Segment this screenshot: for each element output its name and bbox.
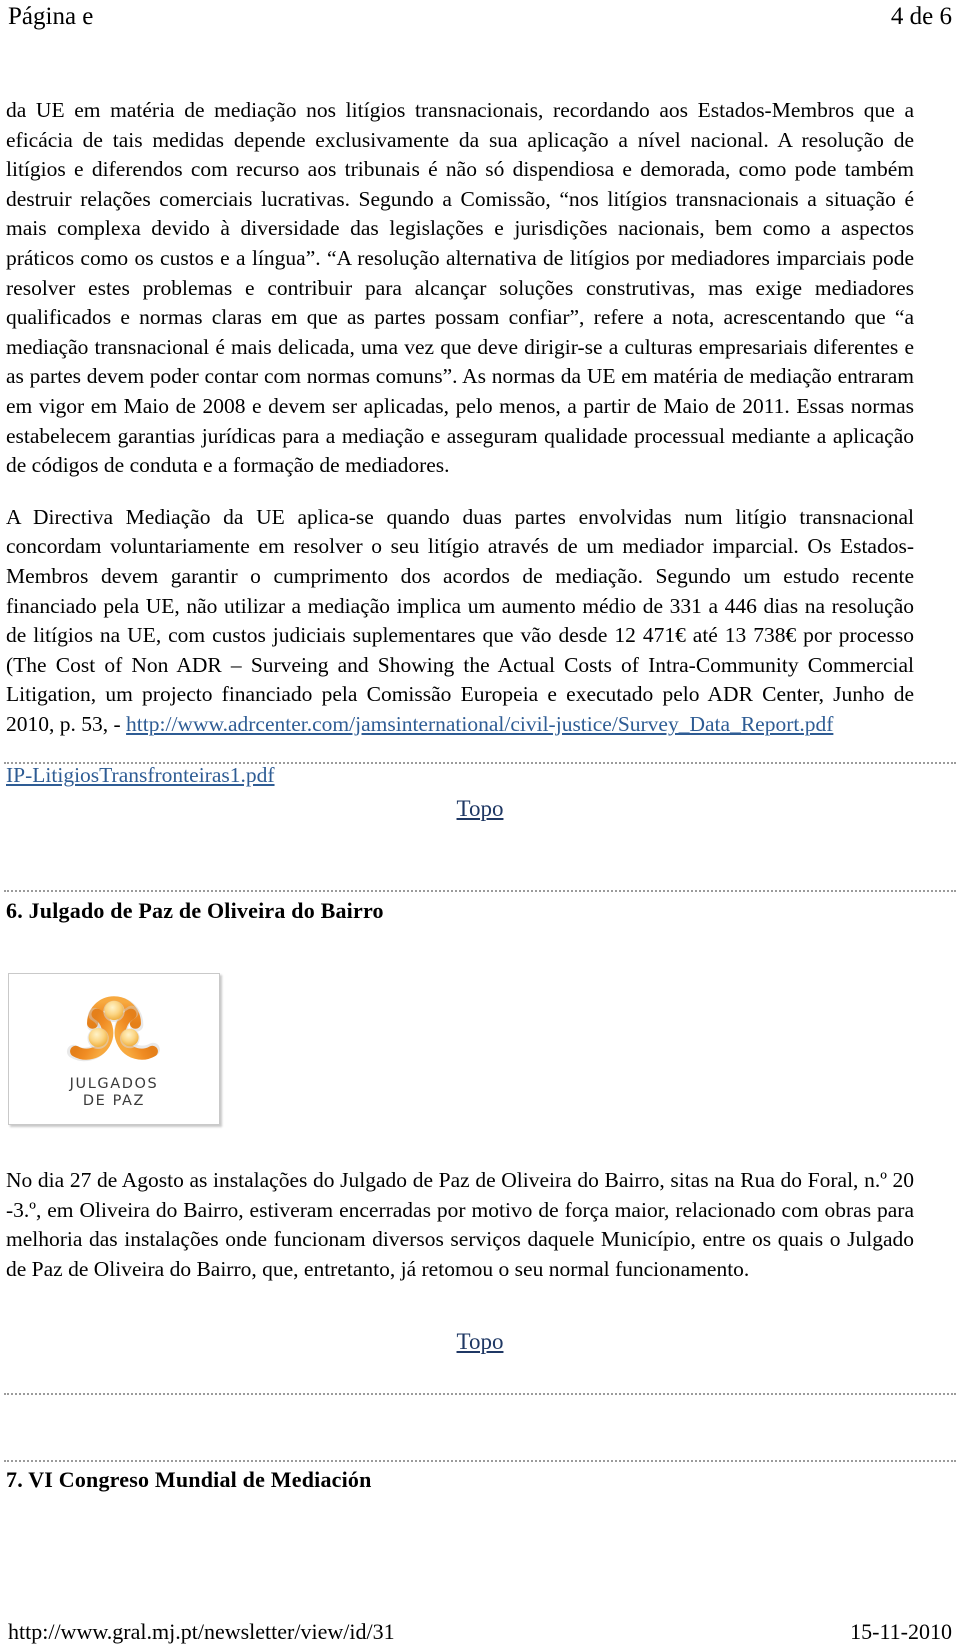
document-body: da UE em matéria de mediação nos litígio… <box>6 96 914 801</box>
link-paragraph-ip-pdf: IP-LitigiosTransfronteiras1.pdf <box>6 761 914 791</box>
topo-link-block-1: Topo <box>0 795 960 823</box>
julgados-de-paz-logo-icon <box>66 982 162 1074</box>
separator-2 <box>4 890 956 892</box>
paragraph-julgado-paz-oliveira: No dia 27 de Agosto as instalações do Ju… <box>6 1168 914 1281</box>
document-page: Página e 4 de 6 da UE em matéria de medi… <box>0 0 960 1652</box>
link-adrcenter-survey-pdf[interactable]: http://www.adrcenter.com/jamsinternation… <box>126 712 833 736</box>
link-ip-litigios-transfronteiras-pdf[interactable]: IP-LitigiosTransfronteiras1.pdf <box>6 763 275 787</box>
footer-date: 15-11-2010 <box>850 1619 952 1644</box>
logo-caption: JULGADOS DE PAZ <box>70 1076 159 1110</box>
page-number-label: 4 de 6 <box>890 3 952 30</box>
separator-1 <box>4 762 956 764</box>
paragraph-directive-text: A Directiva Mediação da UE aplica-se qua… <box>6 504 914 736</box>
paragraph-eu-mediation: da UE em matéria de mediação nos litígio… <box>6 98 914 478</box>
paragraph-directive-and-study: A Directiva Mediação da UE aplica-se qua… <box>6 503 914 740</box>
separator-3 <box>4 1393 956 1395</box>
logo-caption-line-1: JULGADOS <box>69 1076 159 1092</box>
dotted-rule <box>4 762 956 764</box>
section-7-heading: 7. VI Congreso Mundial de Mediación <box>6 1467 372 1492</box>
logo-caption-line-2: DE PAZ <box>82 1093 146 1109</box>
section-6-heading: 6. Julgado de Paz de Oliveira do Bairro <box>6 898 384 923</box>
page-footer: http://www.gral.mj.pt/newsletter/view/id… <box>0 1608 960 1648</box>
topo-link-2[interactable]: Topo <box>457 1329 504 1354</box>
julgados-de-paz-logo-image: JULGADOS DE PAZ <box>8 973 220 1125</box>
dotted-rule <box>4 1393 956 1395</box>
footer-url: http://www.gral.mj.pt/newsletter/view/id… <box>8 1619 395 1644</box>
topo-link-1[interactable]: Topo <box>457 796 504 821</box>
topo-link-block-2: Topo <box>0 1328 960 1356</box>
header-left-label: Página e <box>8 3 94 30</box>
dotted-rule <box>4 1460 956 1462</box>
dotted-rule <box>4 890 956 892</box>
section-6-body: No dia 27 de Agosto as instalações do Ju… <box>6 1166 914 1284</box>
separator-4 <box>4 1460 956 1462</box>
page-header: Página e 4 de 6 <box>0 0 960 44</box>
